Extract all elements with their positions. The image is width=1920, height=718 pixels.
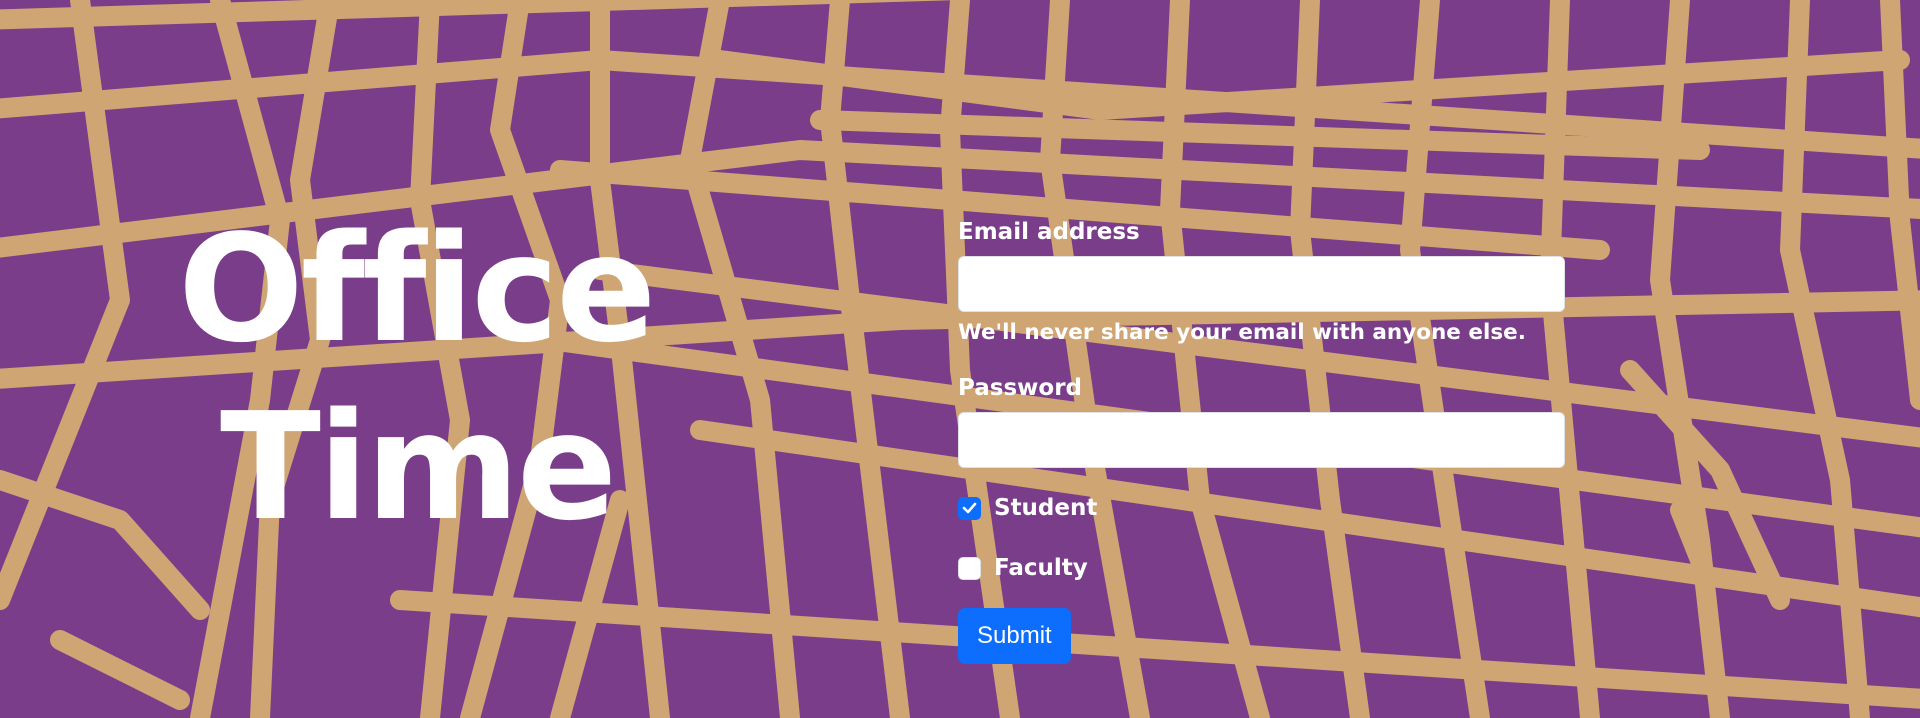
password-field[interactable] [958, 412, 1565, 468]
submit-button[interactable]: Submit [958, 608, 1071, 664]
title-line-office: Office [178, 203, 656, 375]
email-label: Email address [958, 219, 1140, 245]
checkmark-icon [962, 502, 977, 514]
student-checkbox[interactable] [958, 496, 981, 520]
password-label: Password [958, 375, 1082, 401]
password-group: Password [958, 374, 1565, 468]
email-field[interactable] [958, 256, 1565, 312]
login-form: Email address We'll never share your ema… [958, 218, 1565, 664]
student-label: Student [994, 495, 1098, 521]
title-line-time: Time [220, 381, 617, 553]
app-title: Office Time [178, 200, 698, 556]
faculty-checkbox[interactable] [958, 556, 981, 580]
email-group: Email address We'll never share your ema… [958, 218, 1565, 348]
faculty-option[interactable]: Faculty [958, 552, 1565, 584]
faculty-label: Faculty [994, 555, 1088, 581]
student-option[interactable]: Student [958, 492, 1565, 524]
email-help-text: We'll never share your email with anyone… [958, 320, 1526, 345]
